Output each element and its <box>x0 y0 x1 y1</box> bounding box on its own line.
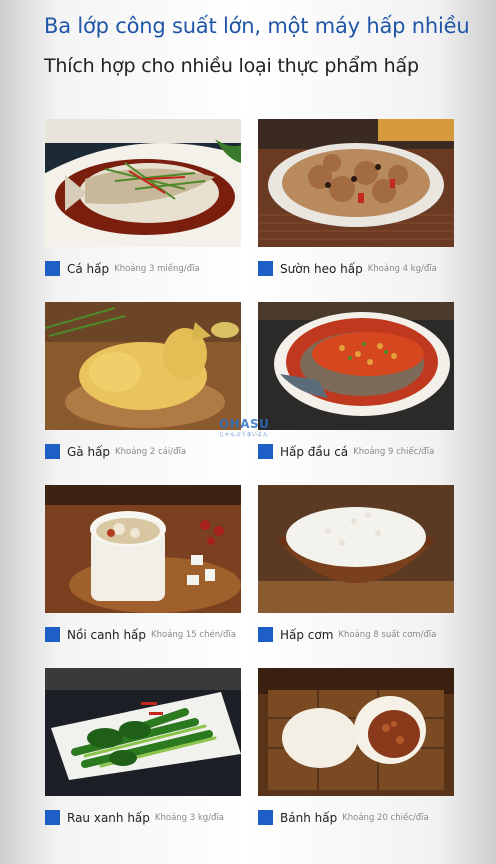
brand-tagline: じゃんぷうまいよん <box>219 432 269 438</box>
food-name: Sườn heo hấp <box>280 261 363 276</box>
food-card-steamed-soup: Nồi canh hấp Khoảng 15 chén/đĩa <box>45 485 241 642</box>
brand-name: OHASU <box>219 417 270 431</box>
food-name: Gà hấp <box>67 444 111 459</box>
bullet-square <box>258 627 273 642</box>
food-name: Nồi canh hấp <box>67 627 147 642</box>
bullet-square <box>45 444 60 459</box>
steamed-greens-photo <box>45 668 241 796</box>
bullet-square <box>258 444 273 459</box>
food-quantity: Khoảng 9 chiếc/đĩa <box>353 446 435 457</box>
food-name: Hấp cơm <box>280 627 334 642</box>
steamed-fish-head-photo <box>258 302 454 430</box>
food-quantity: Khoảng 3 kg/đĩa <box>154 812 225 823</box>
page-title: Ba lớp công suất lớn, một máy hấp nhiều <box>44 14 470 38</box>
food-quantity: Khoảng 8 suất cơm/đĩa <box>338 629 437 640</box>
bullet-square <box>258 810 273 825</box>
bullet-square <box>258 261 273 276</box>
food-quantity: Khoảng 2 cái/đĩa <box>115 446 187 457</box>
food-card-steamed-greens: Rau xanh hấp Khoảng 3 kg/đĩa <box>45 668 241 825</box>
food-quantity: Khoảng 15 chén/đĩa <box>151 629 236 640</box>
food-name: Hấp đầu cá <box>280 444 349 459</box>
food-name: Rau xanh hấp <box>67 810 150 825</box>
food-name: Bánh hấp <box>280 810 338 825</box>
steamed-buns-photo <box>258 668 454 796</box>
food-card-steamed-rice: Hấp cơm Khoảng 8 suất cơm/đĩa <box>258 485 454 642</box>
food-card-steamed-ribs: Sườn heo hấp Khoảng 4 kg/đĩa <box>258 119 454 276</box>
food-name: Cá hấp <box>67 261 110 276</box>
food-quantity: Khoảng 3 miếng/đĩa <box>114 263 200 274</box>
brand-watermark: OHASU じゃんぷうまいよん <box>219 417 269 438</box>
food-quantity: Khoảng 20 chiếc/đĩa <box>342 812 429 823</box>
steamed-fish-photo <box>45 119 241 247</box>
steamed-soup-photo <box>45 485 241 613</box>
bullet-square <box>45 810 60 825</box>
bullet-square <box>45 261 60 276</box>
steamed-chicken-photo <box>45 302 241 430</box>
food-quantity: Khoảng 4 kg/đĩa <box>367 263 437 274</box>
bullet-square <box>45 627 60 642</box>
steamed-rice-photo <box>258 485 454 613</box>
food-card-steamed-fish: Cá hấp Khoảng 3 miếng/đĩa <box>45 119 241 276</box>
steamed-ribs-photo <box>258 119 454 247</box>
page-subtitle: Thích hợp cho nhiều loại thực phẩm hấp <box>44 55 419 77</box>
food-card-steamed-buns: Bánh hấp Khoảng 20 chiếc/đĩa <box>258 668 454 825</box>
food-card-steamed-fish-head: Hấp đầu cá Khoảng 9 chiếc/đĩa <box>258 302 454 459</box>
food-card-steamed-chicken: Gà hấp Khoảng 2 cái/đĩa <box>45 302 241 459</box>
